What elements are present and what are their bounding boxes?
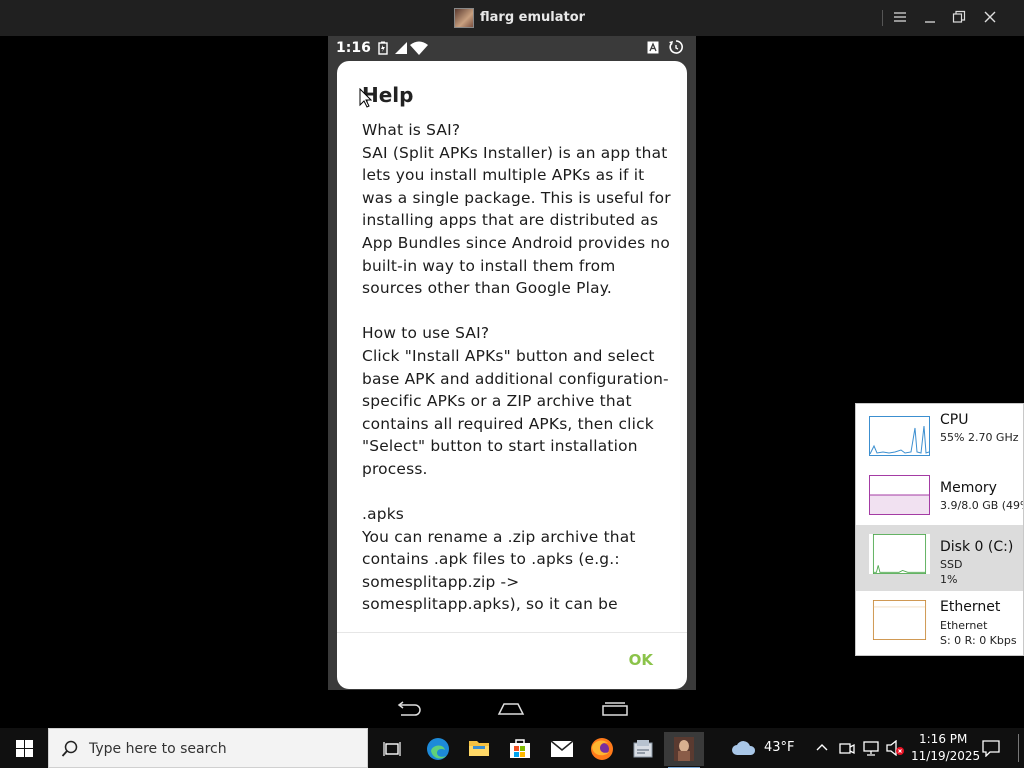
task-view-icon[interactable] bbox=[372, 732, 412, 766]
file-explorer-icon[interactable] bbox=[459, 732, 499, 766]
windows-logo-icon bbox=[16, 740, 33, 757]
emulator-title-bar[interactable]: flarg emulator bbox=[0, 0, 1024, 36]
show-desktop-button[interactable] bbox=[1018, 734, 1019, 762]
search-icon bbox=[61, 740, 78, 757]
perf-cpu-name: CPU bbox=[940, 412, 969, 428]
perf-memory-name: Memory bbox=[940, 480, 997, 496]
perf-ethernet[interactable]: Ethernet Ethernet S: 0 R: 0 Kbps bbox=[856, 591, 1023, 655]
home-icon[interactable] bbox=[496, 700, 526, 718]
taskbar-search-box[interactable]: Type here to search bbox=[48, 728, 368, 768]
perf-ethernet-sub2: S: 0 R: 0 Kbps bbox=[940, 634, 1017, 647]
dialog-body-text[interactable]: What is SAI? SAI (Split APKs Installer) … bbox=[362, 119, 672, 631]
minimize-icon[interactable] bbox=[917, 6, 943, 30]
recents-icon[interactable] bbox=[600, 700, 630, 718]
taskbar: Type here to search 43°F 1:16 PM 11/19/2… bbox=[0, 728, 1024, 768]
back-icon[interactable] bbox=[394, 700, 424, 718]
search-placeholder: Type here to search bbox=[89, 741, 227, 757]
menu-icon[interactable] bbox=[887, 6, 913, 30]
mail-icon[interactable] bbox=[541, 732, 581, 766]
memory-graph bbox=[869, 475, 930, 515]
notification-center-icon[interactable] bbox=[982, 739, 1000, 757]
weather-temp[interactable]: 43°F bbox=[764, 740, 795, 755]
status-time: 1:16 bbox=[336, 40, 371, 56]
perf-disk-name: Disk 0 (C:) bbox=[940, 539, 1014, 555]
android-status-bar: 1:16 bbox=[328, 36, 696, 60]
perf-ethernet-sub1: Ethernet bbox=[940, 619, 988, 632]
wifi-icon bbox=[410, 41, 428, 55]
help-dialog: Help What is SAI? SAI (Split APKs Instal… bbox=[337, 61, 687, 689]
sync-icon bbox=[669, 40, 683, 54]
edge-icon[interactable] bbox=[418, 732, 458, 766]
perf-disk[interactable]: Disk 0 (C:) SSD 1% bbox=[856, 525, 1023, 591]
android-screen: 1:16 Help What is SAI? SAI (Split APKs I… bbox=[328, 36, 696, 690]
perf-cpu[interactable]: CPU 55% 2.70 GHz bbox=[856, 404, 1023, 464]
ok-button[interactable]: OK bbox=[629, 651, 653, 669]
flarg-emulator-icon[interactable] bbox=[664, 732, 704, 768]
perf-cpu-sub: 55% 2.70 GHz bbox=[940, 431, 1019, 444]
app-icon[interactable] bbox=[623, 732, 663, 766]
restore-icon[interactable] bbox=[946, 6, 972, 30]
perf-memory[interactable]: Memory 3.9/8.0 GB (49%) bbox=[856, 464, 1023, 528]
dialog-divider bbox=[337, 632, 687, 633]
performance-widget: CPU 55% 2.70 GHz Memory 3.9/8.0 GB (49%)… bbox=[855, 403, 1024, 656]
battery-icon bbox=[378, 41, 388, 55]
mouse-cursor-icon bbox=[359, 88, 372, 108]
cpu-graph bbox=[869, 416, 930, 456]
title-separator bbox=[882, 10, 883, 26]
network-icon[interactable] bbox=[862, 740, 880, 756]
ethernet-graph bbox=[869, 600, 930, 640]
android-nav-bar bbox=[328, 690, 696, 728]
perf-memory-sub: 3.9/8.0 GB (49%) bbox=[940, 499, 1023, 512]
start-button[interactable] bbox=[0, 728, 48, 768]
window-title: flarg emulator bbox=[480, 10, 586, 25]
taskbar-date[interactable]: 11/19/2025 bbox=[911, 749, 980, 763]
meet-now-icon[interactable] bbox=[839, 740, 855, 756]
firefox-icon[interactable] bbox=[582, 732, 622, 766]
perf-disk-sub1: SSD bbox=[940, 558, 963, 571]
taskbar-time[interactable]: 1:16 PM bbox=[919, 732, 967, 746]
close-icon[interactable] bbox=[977, 6, 1003, 30]
chevron-up-icon[interactable] bbox=[816, 742, 828, 752]
disk-graph bbox=[869, 534, 930, 574]
store-icon[interactable] bbox=[500, 732, 540, 766]
emulator-app-icon bbox=[454, 8, 474, 28]
desktop: flarg emulator 1:16 Help What is SAI? SA… bbox=[0, 0, 1024, 768]
signal-icon bbox=[395, 42, 407, 54]
perf-disk-sub2: 1% bbox=[940, 573, 958, 586]
notification-a-icon bbox=[647, 41, 659, 54]
volume-muted-icon[interactable] bbox=[885, 740, 905, 756]
weather-cloud-icon[interactable] bbox=[731, 740, 757, 756]
perf-ethernet-name: Ethernet bbox=[940, 599, 1001, 615]
